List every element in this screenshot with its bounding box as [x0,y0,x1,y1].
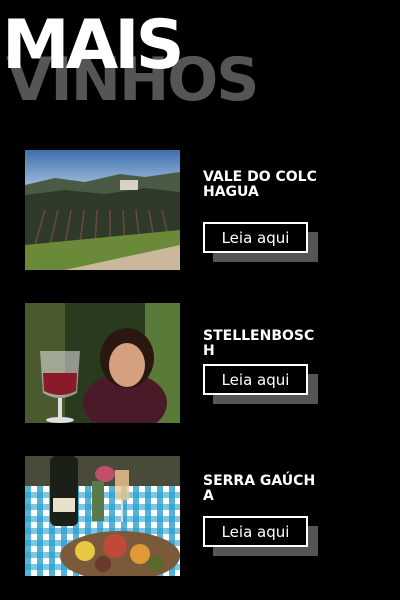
vineyard-image [25,150,180,270]
read-more-wrap: Leia aqui [203,516,318,556]
picnic-image [25,456,180,576]
article-card-colchagua: VALE DO COLCHAGUA Leia aqui [0,150,400,272]
picnic-photo[interactable] [25,456,180,576]
portrait-image [25,303,180,423]
card-title: VALE DO COLCHAGUA [203,169,317,200]
read-more-button[interactable]: Leia aqui [203,516,308,547]
vineyard-photo[interactable] [25,150,180,270]
portrait-photo[interactable] [25,303,180,423]
read-more-wrap: Leia aqui [203,222,318,262]
read-more-button[interactable]: Leia aqui [203,222,308,253]
hero-heading: VINHOS MAIS [0,0,400,130]
article-card-serra-gaucha: SERRA GAÚCHA Leia aqui [0,456,400,578]
read-more-wrap: Leia aqui [203,364,318,404]
hero-front-text: MAIS [2,6,185,85]
article-card-stellenbosch: STELLENBOSCH Leia aqui [0,303,400,425]
card-title: STELLENBOSCH [203,328,315,359]
card-title: SERRA GAÚCHA [203,473,316,504]
read-more-button[interactable]: Leia aqui [203,364,308,395]
